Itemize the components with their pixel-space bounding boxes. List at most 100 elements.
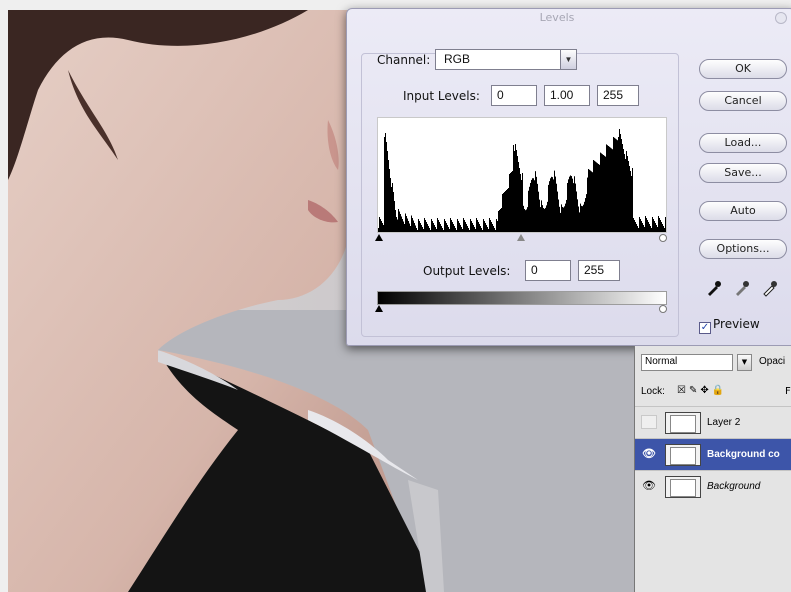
ok-button[interactable]: OK bbox=[699, 59, 787, 79]
histogram-bar bbox=[658, 216, 659, 232]
input-black-field[interactable]: 0 bbox=[491, 85, 537, 106]
chevron-down-icon[interactable]: ▼ bbox=[737, 354, 752, 371]
eye-icon[interactable]: 👁 bbox=[641, 447, 657, 461]
histogram-bar bbox=[651, 228, 652, 232]
histogram-bar bbox=[623, 149, 624, 232]
lock-icon[interactable]: 🔒 bbox=[712, 385, 727, 396]
histogram-bar bbox=[602, 154, 603, 232]
input-black-slider-handle[interactable] bbox=[375, 234, 383, 241]
black-eyedropper-icon[interactable] bbox=[705, 279, 723, 297]
input-white-slider-handle[interactable] bbox=[659, 234, 667, 242]
histogram-bar bbox=[523, 205, 524, 232]
histogram-bar bbox=[498, 211, 499, 232]
histogram-bar bbox=[518, 162, 519, 232]
histogram-bar bbox=[394, 201, 395, 232]
output-white-slider-handle[interactable] bbox=[659, 305, 667, 313]
histogram-bar bbox=[428, 226, 429, 232]
cancel-button[interactable]: Cancel bbox=[699, 91, 787, 111]
histogram-bar bbox=[380, 219, 381, 232]
preview-checkbox[interactable]: ✓ bbox=[699, 322, 711, 334]
lock-move-icon[interactable]: ✥ bbox=[700, 385, 711, 396]
lock-transparency-icon[interactable]: ☒ bbox=[677, 385, 689, 396]
channel-select[interactable]: RGB ▼ bbox=[435, 49, 577, 70]
histogram-bar bbox=[408, 221, 409, 232]
layer-row-background[interactable]: 👁 Background bbox=[635, 470, 791, 502]
histogram-bar bbox=[533, 178, 534, 232]
output-black-field[interactable]: 0 bbox=[525, 260, 571, 281]
output-white-field[interactable]: 255 bbox=[578, 260, 620, 281]
histogram-bar bbox=[649, 224, 650, 232]
input-slider[interactable] bbox=[375, 234, 669, 246]
histogram-bar bbox=[632, 168, 633, 232]
blend-mode-select[interactable]: Normal bbox=[641, 354, 733, 371]
chevron-down-icon[interactable]: ▼ bbox=[560, 49, 577, 70]
histogram-bar bbox=[572, 178, 573, 232]
output-black-slider-handle[interactable] bbox=[375, 305, 383, 312]
histogram-bar bbox=[559, 206, 560, 232]
visibility-toggle[interactable] bbox=[641, 415, 657, 429]
eye-icon[interactable]: 👁 bbox=[641, 479, 657, 493]
output-slider[interactable] bbox=[375, 305, 669, 317]
histogram-bar bbox=[482, 230, 483, 232]
output-gradient-bar bbox=[377, 291, 667, 305]
histogram-bar bbox=[406, 216, 407, 232]
histogram-bar bbox=[389, 169, 390, 232]
options-button[interactable]: Options... bbox=[699, 239, 787, 259]
histogram-bar bbox=[386, 142, 387, 232]
histogram-bar bbox=[458, 221, 459, 232]
lock-brush-icon[interactable]: ✎ bbox=[689, 385, 700, 396]
histogram-bar bbox=[648, 222, 649, 232]
load-button[interactable]: Load... bbox=[699, 133, 787, 153]
input-white-field[interactable]: 255 bbox=[597, 85, 639, 106]
lock-label: Lock: bbox=[641, 386, 665, 397]
white-eyedropper-icon[interactable] bbox=[761, 279, 779, 297]
histogram-bar bbox=[398, 209, 399, 232]
histogram-bar bbox=[483, 219, 484, 232]
histogram-bar bbox=[645, 216, 646, 232]
save-button[interactable]: Save... bbox=[699, 163, 787, 183]
histogram-bar bbox=[647, 220, 648, 232]
histogram-bar bbox=[491, 222, 492, 232]
input-gamma-slider-handle[interactable] bbox=[517, 234, 525, 241]
input-gamma-field[interactable]: 1.00 bbox=[544, 85, 590, 106]
histogram-bar bbox=[608, 146, 609, 232]
histogram-bar bbox=[660, 220, 661, 232]
histogram-bar bbox=[471, 221, 472, 232]
histogram-bar bbox=[484, 221, 485, 232]
gray-eyedropper-icon[interactable] bbox=[733, 279, 751, 297]
close-icon[interactable] bbox=[775, 12, 787, 24]
layer-row-background-copy[interactable]: 👁 Background co bbox=[635, 438, 791, 470]
layer-thumbnail bbox=[665, 412, 701, 434]
histogram-bar bbox=[643, 225, 644, 232]
histogram-bar bbox=[462, 229, 463, 232]
histogram-bar bbox=[592, 172, 593, 232]
histogram-bar bbox=[593, 160, 594, 232]
histogram-bar bbox=[582, 206, 583, 232]
histogram-bar bbox=[522, 173, 523, 232]
histogram-bar bbox=[573, 183, 574, 232]
histogram-bar bbox=[448, 227, 449, 232]
histogram-bar bbox=[381, 221, 382, 232]
histogram-bar bbox=[626, 151, 627, 232]
histogram-bar bbox=[543, 207, 544, 232]
histogram-bar bbox=[539, 199, 540, 232]
histogram-bar bbox=[625, 159, 626, 232]
screenshot-frame: Levels Channel: RGB ▼ Input Levels: 0 1.… bbox=[0, 0, 791, 592]
histogram-bar bbox=[613, 137, 614, 232]
histogram-bar bbox=[383, 225, 384, 232]
histogram-bar bbox=[424, 218, 425, 232]
layer-row-layer-2[interactable]: Layer 2 bbox=[635, 406, 791, 438]
histogram-bar bbox=[550, 178, 551, 232]
histogram-bar bbox=[416, 228, 417, 232]
histogram-bar bbox=[544, 208, 545, 232]
histogram-bar bbox=[478, 222, 479, 232]
histogram-bar bbox=[579, 212, 580, 232]
histogram-bar bbox=[480, 226, 481, 232]
preview-checkbox-row[interactable]: ✓ Preview bbox=[699, 317, 760, 334]
histogram-bar bbox=[563, 207, 564, 232]
histogram-bar bbox=[509, 174, 510, 232]
auto-button[interactable]: Auto bbox=[699, 201, 787, 221]
histogram-bar bbox=[665, 217, 666, 232]
histogram-bar bbox=[601, 153, 602, 232]
histogram-bar bbox=[598, 164, 599, 232]
